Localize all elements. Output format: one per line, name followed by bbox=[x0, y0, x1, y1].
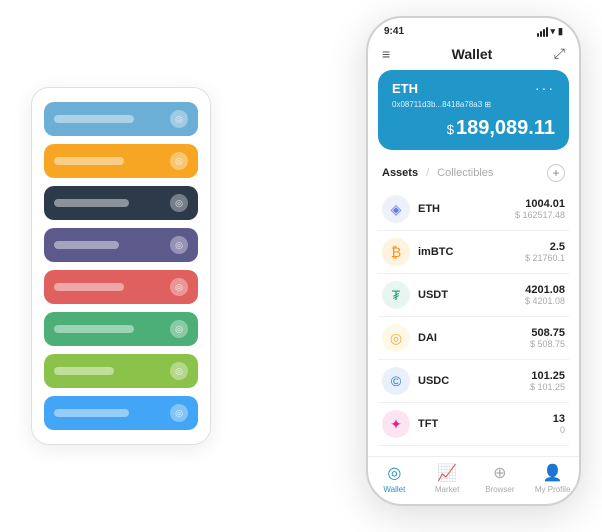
asset-item-2[interactable]: ₮ USDT 4201.08 $ 4201.08 bbox=[378, 274, 569, 317]
asset-amount-1: 2.5 bbox=[525, 241, 565, 253]
asset-usd-1: $ 21760.1 bbox=[525, 253, 565, 263]
asset-usd-0: $ 162517.48 bbox=[515, 210, 565, 220]
status-icons: ▾ ▮ bbox=[537, 26, 563, 37]
wifi-icon: ▾ bbox=[551, 26, 556, 37]
card-item-1[interactable]: ◎ bbox=[44, 144, 198, 178]
asset-amount-2: 4201.08 bbox=[525, 284, 565, 296]
page-title: Wallet bbox=[452, 46, 493, 62]
asset-amount-3: 508.75 bbox=[530, 327, 565, 339]
asset-amounts-5: 13 0 bbox=[553, 413, 565, 435]
asset-item-5[interactable]: ✦ TFT 13 0 bbox=[378, 403, 569, 446]
nav-label-0: Wallet bbox=[383, 485, 405, 494]
card-icon-7: ◎ bbox=[170, 404, 188, 422]
asset-name-2: USDT bbox=[418, 289, 525, 301]
asset-amounts-1: 2.5 $ 21760.1 bbox=[525, 241, 565, 263]
asset-amount-5: 13 bbox=[553, 413, 565, 425]
asset-item-3[interactable]: ◎ DAI 508.75 $ 508.75 bbox=[378, 317, 569, 360]
asset-icon-5: ✦ bbox=[382, 410, 410, 438]
asset-name-0: ETH bbox=[418, 203, 515, 215]
asset-item-4[interactable]: © USDC 101.25 $ 101.25 bbox=[378, 360, 569, 403]
asset-icon-3: ◎ bbox=[382, 324, 410, 352]
signal-icon bbox=[537, 27, 548, 37]
nav-item-market[interactable]: 📈 Market bbox=[421, 463, 474, 494]
asset-usd-4: $ 101.25 bbox=[530, 382, 565, 392]
bottom-nav: ◎ Wallet 📈 Market ⊕ Browser 👤 My Profile bbox=[368, 456, 579, 504]
balance-amount: 189,089.11 bbox=[456, 117, 555, 139]
card-item-5[interactable]: ◎ bbox=[44, 312, 198, 346]
asset-amount-0: 1004.01 bbox=[515, 198, 565, 210]
eth-card-menu[interactable]: ··· bbox=[535, 80, 555, 96]
card-icon-3: ◎ bbox=[170, 236, 188, 254]
card-icon-2: ◎ bbox=[170, 194, 188, 212]
assets-header: Assets / Collectibles + bbox=[368, 160, 579, 188]
asset-icon-4: © bbox=[382, 367, 410, 395]
currency-symbol: $ bbox=[447, 122, 454, 137]
asset-amounts-4: 101.25 $ 101.25 bbox=[530, 370, 565, 392]
asset-usd-5: 0 bbox=[553, 425, 565, 435]
asset-amount-4: 101.25 bbox=[530, 370, 565, 382]
asset-name-4: USDC bbox=[418, 375, 530, 387]
time-label: 9:41 bbox=[384, 26, 404, 37]
eth-card-title: ETH bbox=[392, 81, 418, 96]
tab-assets[interactable]: Assets bbox=[382, 167, 418, 179]
asset-name-5: TFT bbox=[418, 418, 553, 430]
asset-amounts-3: 508.75 $ 508.75 bbox=[530, 327, 565, 349]
nav-label-3: My Profile bbox=[535, 485, 571, 494]
asset-item-1[interactable]: ₿ imBTC 2.5 $ 21760.1 bbox=[378, 231, 569, 274]
add-asset-button[interactable]: + bbox=[547, 164, 565, 182]
tab-divider: / bbox=[426, 167, 429, 179]
nav-item-my-profile[interactable]: 👤 My Profile bbox=[526, 463, 579, 494]
card-icon-4: ◎ bbox=[170, 278, 188, 296]
asset-usd-2: $ 4201.08 bbox=[525, 296, 565, 306]
nav-icon-1: 📈 bbox=[437, 463, 457, 483]
card-stack: ◎ ◎ ◎ ◎ ◎ ◎ ◎ ◎ bbox=[31, 87, 211, 445]
assets-tabs: Assets / Collectibles bbox=[382, 167, 493, 179]
asset-usd-3: $ 508.75 bbox=[530, 339, 565, 349]
asset-amounts-2: 4201.08 $ 4201.08 bbox=[525, 284, 565, 306]
card-icon-1: ◎ bbox=[170, 152, 188, 170]
card-icon-5: ◎ bbox=[170, 320, 188, 338]
nav-label-1: Market bbox=[435, 485, 459, 494]
asset-icon-0: ◈ bbox=[382, 195, 410, 223]
tab-collectibles[interactable]: Collectibles bbox=[437, 167, 493, 179]
card-item-3[interactable]: ◎ bbox=[44, 228, 198, 262]
eth-card-address: 0x08711d3b...8418a78a3 ⊞ bbox=[392, 100, 555, 109]
scene: ◎ ◎ ◎ ◎ ◎ ◎ ◎ ◎ 9:41 bbox=[21, 16, 581, 516]
eth-card[interactable]: ETH ··· 0x08711d3b...8418a78a3 ⊞ $189,08… bbox=[378, 70, 569, 150]
card-icon-0: ◎ bbox=[170, 110, 188, 128]
phone-header: ≡ Wallet ⤢ bbox=[368, 41, 579, 70]
card-item-4[interactable]: ◎ bbox=[44, 270, 198, 304]
card-item-2[interactable]: ◎ bbox=[44, 186, 198, 220]
card-item-6[interactable]: ◎ bbox=[44, 354, 198, 388]
asset-name-3: DAI bbox=[418, 332, 530, 344]
nav-label-2: Browser bbox=[485, 485, 514, 494]
eth-card-balance: $189,089.11 bbox=[392, 117, 555, 140]
card-item-0[interactable]: ◎ bbox=[44, 102, 198, 136]
nav-item-browser[interactable]: ⊕ Browser bbox=[474, 463, 527, 494]
nav-icon-0: ◎ bbox=[387, 463, 401, 483]
eth-card-header: ETH ··· bbox=[392, 80, 555, 96]
asset-list: ◈ ETH 1004.01 $ 162517.48 ₿ imBTC 2.5 $ … bbox=[368, 188, 579, 456]
card-item-7[interactable]: ◎ bbox=[44, 396, 198, 430]
menu-icon[interactable]: ≡ bbox=[382, 46, 390, 62]
nav-icon-2: ⊕ bbox=[493, 463, 506, 483]
expand-icon[interactable]: ⤢ bbox=[554, 45, 565, 62]
asset-amounts-0: 1004.01 $ 162517.48 bbox=[515, 198, 565, 220]
status-bar: 9:41 ▾ ▮ bbox=[368, 18, 579, 41]
battery-icon: ▮ bbox=[558, 26, 563, 37]
asset-icon-2: ₮ bbox=[382, 281, 410, 309]
nav-item-wallet[interactable]: ◎ Wallet bbox=[368, 463, 421, 494]
phone: 9:41 ▾ ▮ ≡ Wallet ⤢ ETH ··· bbox=[366, 16, 581, 506]
asset-icon-1: ₿ bbox=[382, 238, 410, 266]
asset-item-0[interactable]: ◈ ETH 1004.01 $ 162517.48 bbox=[378, 188, 569, 231]
card-icon-6: ◎ bbox=[170, 362, 188, 380]
asset-name-1: imBTC bbox=[418, 246, 525, 258]
nav-icon-3: 👤 bbox=[543, 463, 563, 483]
